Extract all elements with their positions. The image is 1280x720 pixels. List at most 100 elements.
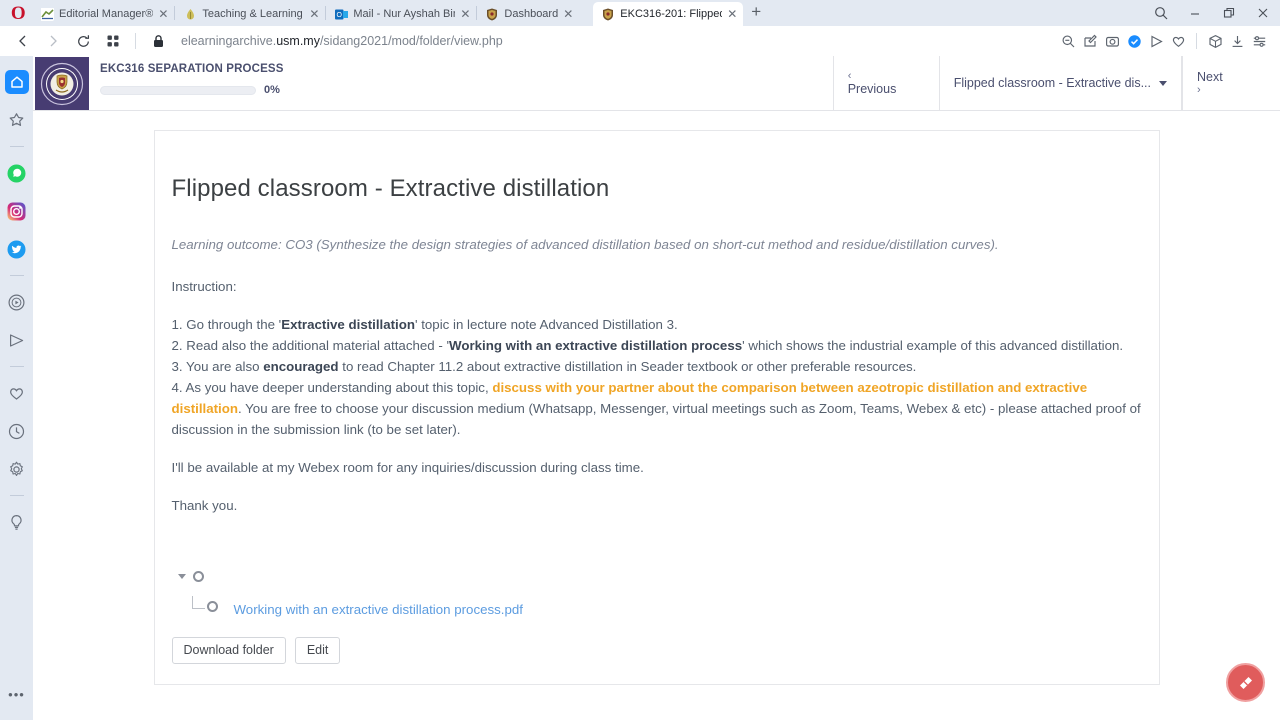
instruction-steps: 1. Go through the 'Extractive distillati… — [172, 314, 1142, 440]
thanks-note: Thank you. — [171, 497, 238, 513]
reload-button[interactable] — [68, 28, 98, 54]
page-viewport: EKC316 SEPARATION PROCESS 0% ‹ Previous … — [33, 56, 1280, 720]
progress-percent: 0% — [264, 84, 280, 96]
step-3: 3. You are also encouraged to read Chapt… — [171, 358, 917, 374]
close-icon[interactable]: ✕ — [309, 8, 319, 20]
maximize-restore-button[interactable] — [1212, 0, 1246, 26]
sidebar-item-home[interactable] — [4, 70, 29, 94]
lock-icon[interactable] — [143, 28, 173, 54]
step-4: 4. As you have deeper understanding abou… — [171, 379, 1141, 437]
folder-tree: Working with an extractive distillation … — [172, 566, 1142, 617]
vpn-shield-icon[interactable] — [1123, 28, 1145, 54]
chevron-down-icon — [1159, 80, 1167, 86]
url-text: elearningarchive.usm.my/sidang2021/mod/f… — [181, 34, 503, 48]
close-icon[interactable]: ✕ — [460, 8, 470, 20]
back-button[interactable] — [8, 28, 38, 54]
tab-label: Teaching & Learning via eL — [202, 8, 304, 20]
speed-dial-icon[interactable] — [98, 28, 128, 54]
activity-actions: Download folder Edit — [171, 636, 1142, 685]
folder-file-row[interactable]: Working with an extractive distillation … — [178, 594, 1142, 617]
actions-divider — [1196, 33, 1197, 49]
chevron-right-icon: › — [1197, 83, 1201, 96]
collapse-expand-fab[interactable] — [1226, 663, 1265, 702]
step-1: 1. Go through the 'Extractive distillati… — [171, 316, 678, 332]
edit-note-icon[interactable] — [1079, 28, 1101, 54]
close-icon[interactable]: ✕ — [727, 8, 737, 20]
course-title: EKC316 SEPARATION PROCESS — [100, 63, 284, 75]
tab-label: EKC316-201: Flipped classro — [620, 8, 723, 20]
new-tab-button[interactable]: + — [743, 2, 769, 25]
snapshot-icon[interactable] — [1101, 28, 1123, 54]
file-link[interactable]: Working with an extractive distillation … — [234, 602, 523, 617]
heart-icon[interactable] — [1167, 28, 1189, 54]
tree-elbow-icon — [191, 595, 205, 609]
easy-setup-icon[interactable] — [1248, 28, 1270, 54]
tab-label: Dashboard — [504, 8, 559, 20]
address-bar: elearningarchive.usm.my/sidang2021/mod/f… — [0, 26, 1280, 56]
tab-teaching-learning[interactable]: Teaching & Learning via eL ✕ — [175, 2, 325, 26]
url-path: /sidang2021/mod/folder/view.php — [319, 34, 503, 48]
activity-jump-select[interactable]: Flipped classroom - Extractive dis... — [938, 56, 1182, 110]
url-host: usm.my — [276, 34, 320, 48]
tab-dashboard[interactable]: Dashboard ✕ — [477, 2, 579, 26]
download-folder-button[interactable]: Download folder — [171, 636, 286, 665]
minimize-button[interactable] — [1178, 0, 1212, 26]
sidebar-more-button[interactable]: ••• — [8, 687, 25, 702]
sidebar-item-player[interactable] — [5, 290, 29, 314]
address-divider — [135, 33, 136, 49]
sidebar-item-favorites[interactable] — [5, 108, 29, 132]
opera-browser-window: O Editorial Manager® ✕ Teaching & Learni… — [0, 0, 1280, 720]
step-2: 2. Read also the additional material att… — [171, 337, 1124, 353]
course-header: EKC316 SEPARATION PROCESS 0% ‹ Previous … — [33, 56, 1280, 111]
sidebar-item-history[interactable] — [5, 419, 29, 443]
collapse-diagonal-icon — [1239, 676, 1252, 689]
svg-text:O: O — [336, 12, 342, 19]
editorial-manager-icon — [40, 7, 54, 21]
edit-button[interactable]: Edit — [294, 636, 341, 665]
sidebar-item-messenger[interactable] — [5, 328, 29, 352]
learning-outcome: Learning outcome: CO3 (Synthesize the de… — [171, 237, 999, 252]
cube-extensions-icon[interactable] — [1204, 28, 1226, 54]
sidebar-divider — [9, 366, 24, 367]
sidebar-divider — [9, 275, 24, 276]
webex-note: I'll be available at my Webex room for a… — [171, 459, 644, 475]
sidebar-divider — [9, 146, 24, 147]
instruction-label: Instruction: — [171, 278, 237, 294]
tab-ekc316-flipped-classroom[interactable]: EKC316-201: Flipped classro ✕ — [593, 2, 744, 26]
downloads-icon[interactable] — [1226, 28, 1248, 54]
zoom-out-icon[interactable] — [1057, 28, 1079, 54]
triangle-expanded-icon[interactable] — [177, 574, 186, 580]
sidebar-item-settings[interactable] — [5, 457, 29, 481]
page-title: Flipped classroom - Extractive distillat… — [171, 175, 610, 202]
opera-logo-icon[interactable]: O — [6, 2, 30, 26]
broken-image-icon — [206, 600, 218, 612]
forward-button[interactable] — [38, 28, 68, 54]
url-bar[interactable]: elearningarchive.usm.my/sidang2021/mod/f… — [173, 34, 1057, 48]
activity-select-label: Flipped classroom - Extractive dis... — [953, 76, 1151, 90]
progress-bar[interactable] — [100, 85, 256, 95]
activity-card: Flipped classroom - Extractive distillat… — [153, 130, 1160, 686]
close-window-button[interactable] — [1246, 0, 1280, 26]
next-activity-link[interactable]: Next › — [1182, 56, 1280, 110]
sidebar-item-instagram[interactable] — [5, 199, 29, 223]
sidebar-divider — [9, 495, 24, 496]
tab-label: Editorial Manager® — [59, 8, 154, 20]
previous-activity-link[interactable]: ‹ Previous — [832, 56, 939, 110]
close-icon[interactable]: ✕ — [563, 8, 573, 20]
sidebar-item-pinboards[interactable] — [5, 381, 29, 405]
folder-root-row[interactable] — [177, 566, 1142, 588]
tab-mail-outlook[interactable]: O Mail - Nur Ayshah Binti Ros ✕ — [326, 2, 476, 26]
close-icon[interactable]: ✕ — [158, 8, 168, 20]
activity-content: Flipped classroom - Extractive distillat… — [155, 175, 1159, 684]
usm-crest-icon — [601, 7, 615, 21]
send-icon[interactable] — [1145, 28, 1167, 54]
search-icon[interactable] — [1144, 0, 1178, 26]
tab-editorial-manager[interactable]: Editorial Manager® ✕ — [32, 2, 174, 26]
window-controls — [1144, 0, 1280, 26]
usm-crest-logo[interactable] — [35, 57, 89, 110]
sidebar-item-tips[interactable] — [5, 510, 29, 534]
sidebar-item-twitter[interactable] — [5, 237, 29, 261]
broken-image-icon — [192, 571, 204, 583]
sidebar-item-whatsapp[interactable] — [5, 161, 29, 185]
previous-label: Previous — [847, 82, 897, 97]
